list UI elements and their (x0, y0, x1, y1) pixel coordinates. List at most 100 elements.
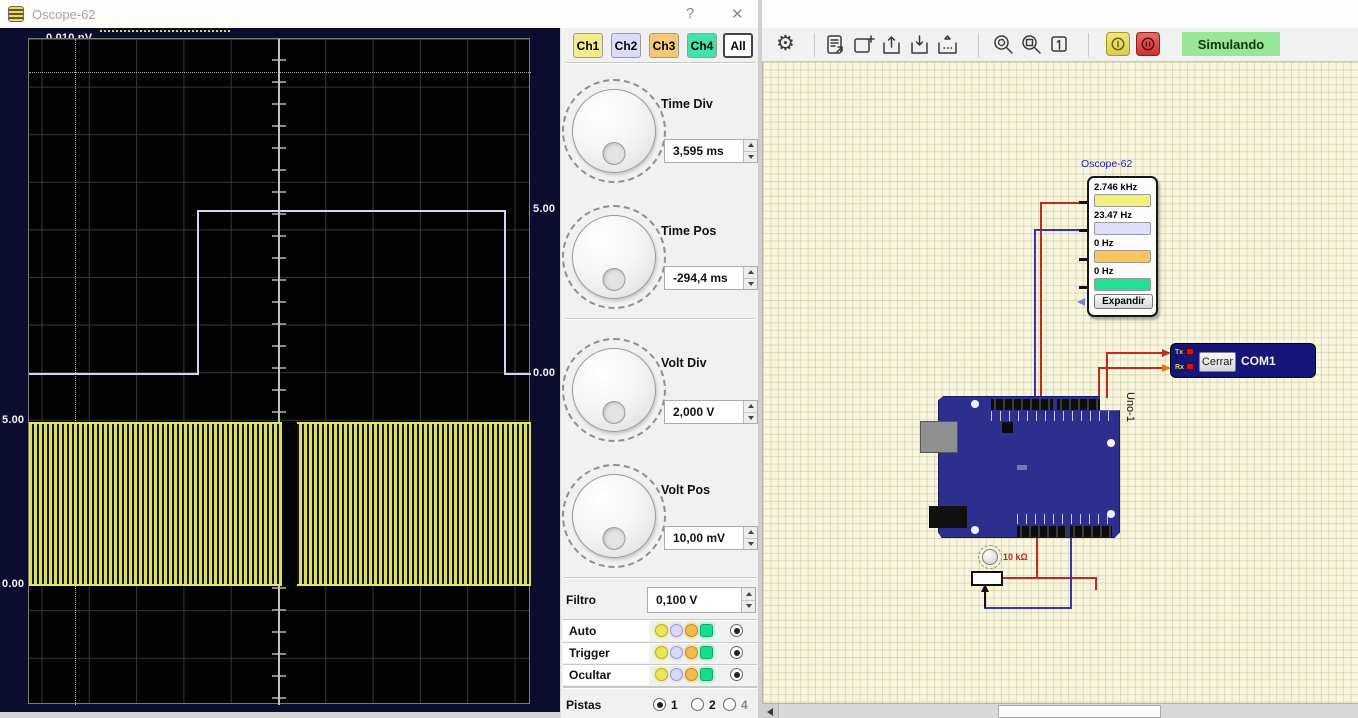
auto-ch2-chip[interactable] (670, 624, 683, 637)
auto-ch4-chip[interactable] (700, 624, 713, 637)
main-titlebar[interactable]: tos Usuarios\EDGAR VIAMONTE\Desktop\Prot… (762, 0, 1358, 28)
section-divider (565, 318, 755, 319)
volt-pos-value-field[interactable]: 10,00 mV (664, 526, 758, 550)
volt-div-value: 2,000 V (665, 405, 743, 419)
volt-pos-knob[interactable] (562, 464, 666, 568)
knob-indicator (603, 401, 626, 424)
pot-wiper-lead (984, 592, 986, 608)
volt-pos-value: 10,00 mV (665, 531, 743, 545)
ch2-high-level-label: 5.00 (533, 203, 555, 215)
pistas-option-2: 2 (709, 698, 716, 712)
board-silkscreen (1017, 465, 1027, 470)
ch2-trace-baseline-right (506, 373, 531, 375)
com1-rx-label: Rx (1175, 364, 1184, 371)
pistas-radio-4[interactable] (723, 698, 736, 711)
horizontal-scrollbar[interactable] (762, 703, 1358, 718)
zoom-actual-icon[interactable] (1048, 33, 1072, 57)
add-new-icon[interactable] (852, 33, 876, 57)
zoom-area-icon[interactable] (1020, 33, 1044, 57)
auto-ch3-chip[interactable] (685, 624, 698, 637)
ch1-color-bar (1094, 194, 1151, 207)
run-button[interactable] (1106, 32, 1130, 56)
toolbar-separator (1088, 33, 1089, 57)
trigger-ch1-chip[interactable] (655, 646, 668, 659)
oscilloscope-titlebar[interactable]: Oscope-62 ? ✕ (0, 0, 758, 28)
mounting-hole (1107, 510, 1115, 518)
volt-div-label: Volt Div (661, 356, 707, 370)
volt-div-knob[interactable] (562, 338, 666, 442)
ocultar-ch2-chip[interactable] (670, 668, 683, 681)
pistas-radio-2[interactable] (691, 698, 704, 711)
oscope-trigger-arrow-icon (1077, 298, 1085, 306)
scrollbar-thumb[interactable] (998, 705, 1161, 718)
oscope-ref-label: Oscope-62 (1081, 158, 1132, 170)
time-div-spinner[interactable] (743, 140, 757, 162)
scroll-left-button[interactable] (762, 704, 779, 718)
settings-gear-icon[interactable]: ⚙ (776, 32, 795, 56)
wire-red-tx (1106, 352, 1108, 398)
oscope-component-popup[interactable]: 2.746 kHz 23.47 Hz 0 Hz 0 Hz Expandir (1087, 176, 1158, 317)
com1-component[interactable]: Tx Rx Cerrar COM1 (1170, 343, 1316, 378)
pot-value-label: 10 kΩ (1003, 552, 1028, 562)
channel-button-ch3[interactable]: Ch3 (649, 33, 679, 58)
trigger-radio[interactable] (730, 646, 743, 659)
wire-blue-a0 (1070, 537, 1072, 609)
channel-button-ch2[interactable]: Ch2 (611, 33, 641, 58)
scope-display: 0.010 pV -14.60 ms 5.00 0.00 5.00 0.00 (0, 28, 560, 718)
time-div-knob[interactable] (562, 79, 666, 183)
trigger-ch3-chip[interactable] (685, 646, 698, 659)
pause-button[interactable] (1136, 32, 1160, 56)
time-div-value-field[interactable]: 3,595 ms (664, 139, 758, 163)
ocultar-ch4-chip[interactable] (700, 668, 713, 681)
channel-button-ch1[interactable]: Ch1 (573, 33, 603, 58)
help-button[interactable]: ? (686, 5, 694, 22)
channel-button-all[interactable]: All (723, 33, 753, 58)
toolbar-separator (978, 33, 979, 57)
ch1-frequency: 2.746 kHz (1094, 182, 1151, 193)
channel-button-ch4[interactable]: Ch4 (687, 33, 717, 58)
volt-pos-spinner[interactable] (743, 527, 757, 549)
ch2-low-level-label: 0.00 (533, 367, 555, 379)
com1-rx-led (1186, 363, 1194, 370)
ocultar-ch3-chip[interactable] (685, 668, 698, 681)
pot-adjust-dial[interactable] (982, 549, 998, 565)
usb-connector (920, 421, 958, 453)
volt-div-value-field[interactable]: 2,000 V (664, 400, 758, 424)
status-badge: Simulando (1182, 32, 1280, 56)
time-pos-value-field[interactable]: -294,4 ms (664, 266, 758, 290)
com1-name-label: COM1 (1241, 354, 1276, 368)
power-header (1017, 526, 1067, 537)
export-up-icon[interactable] (880, 33, 904, 57)
zoom-fit-icon[interactable] (992, 33, 1016, 57)
filter-spinner[interactable] (741, 588, 755, 612)
auto-row-label-cell: Auto (563, 621, 649, 641)
pistas-radio-1[interactable] (653, 698, 666, 711)
ocultar-radio[interactable] (730, 668, 743, 681)
ocultar-ch1-chip[interactable] (655, 668, 668, 681)
export-more-icon[interactable] (936, 33, 960, 57)
auto-radio[interactable] (730, 624, 743, 637)
filter-value-field[interactable]: 0,100 V (647, 587, 756, 613)
time-cursor-line (75, 39, 76, 705)
edit-graph-icon[interactable] (824, 33, 848, 57)
com1-tx-label: Tx (1175, 349, 1183, 356)
time-div-label: Time Div (661, 97, 713, 111)
auto-ch1-chip[interactable] (655, 624, 668, 637)
ch1-low-level-label: 0.00 (2, 578, 24, 590)
expandir-button[interactable]: Expandir (1094, 294, 1153, 309)
trigger-ch2-chip[interactable] (670, 646, 683, 659)
ch2-trace-pulse (197, 210, 506, 375)
time-pos-spinner[interactable] (743, 267, 757, 289)
ch1-trace-band (29, 422, 531, 586)
cerrar-button[interactable]: Cerrar (1199, 352, 1236, 372)
import-down-icon[interactable] (908, 33, 932, 57)
section-divider (563, 619, 757, 620)
close-icon[interactable]: ✕ (731, 5, 744, 23)
time-pos-knob[interactable] (562, 205, 666, 309)
wire-red-pot (1095, 577, 1097, 590)
ch4-color-bar (1094, 278, 1151, 291)
proteus-application: Oscope-62 ? ✕ 0.010 pV -14.60 ms 5.00 0.… (0, 0, 1358, 718)
pistas-option-4: 4 (741, 698, 748, 712)
volt-div-spinner[interactable] (743, 401, 757, 423)
trigger-ch4-chip[interactable] (700, 646, 713, 659)
